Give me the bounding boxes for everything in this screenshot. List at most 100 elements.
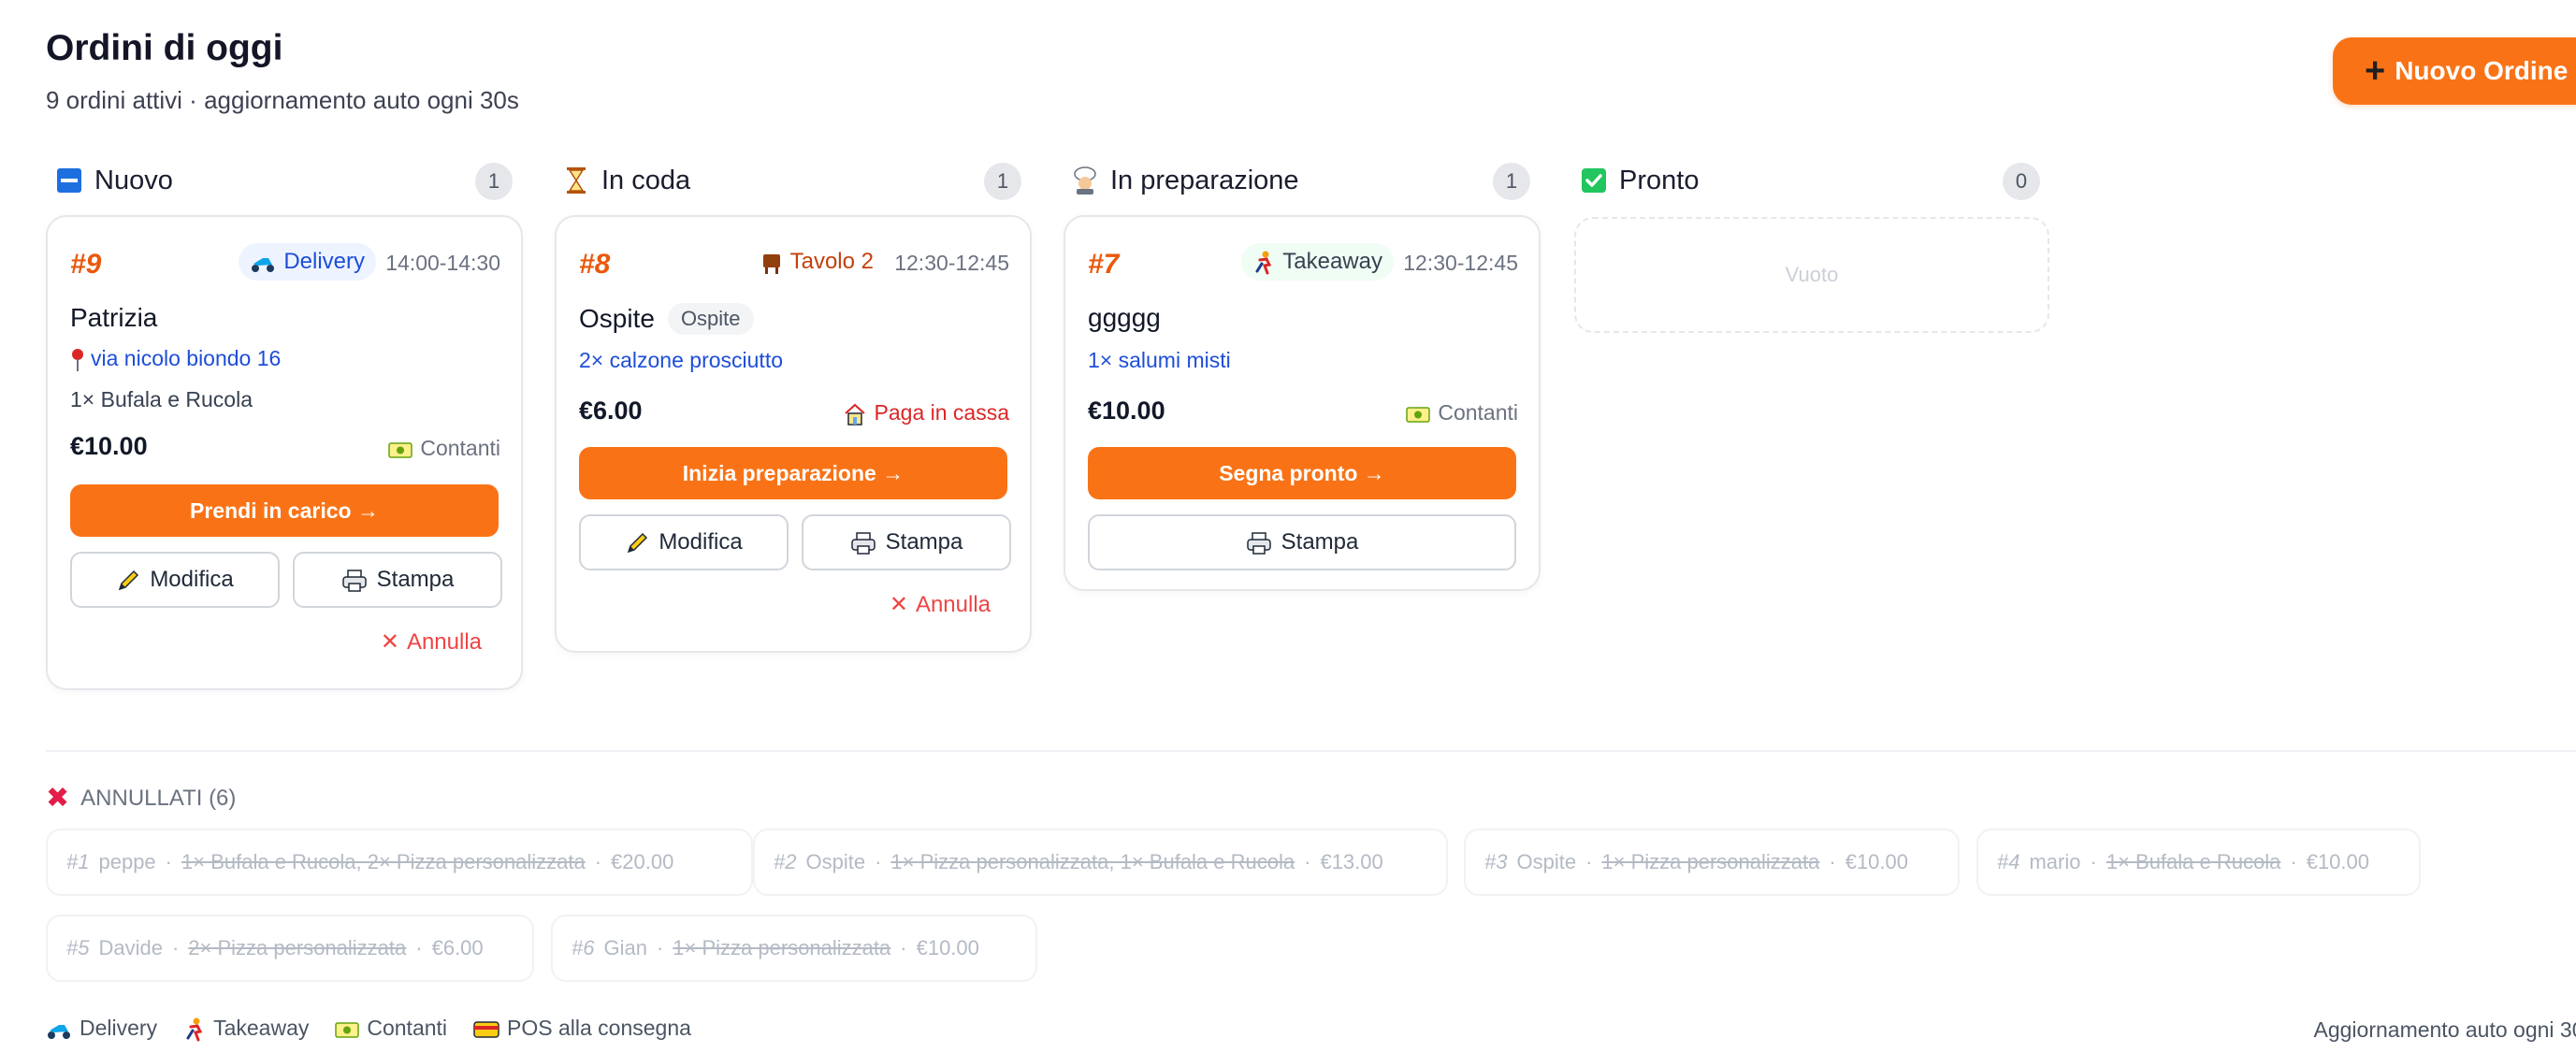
edit-button[interactable]: Modifica <box>70 552 280 608</box>
time-slot: 12:30-12:45 <box>894 251 1009 275</box>
scooter-icon <box>46 1016 72 1041</box>
separator: · <box>594 850 602 873</box>
column-title: In coda <box>601 165 691 195</box>
cancelled-order-items: 1× Pizza personalizzata, 1× Bufala e Ruc… <box>890 850 1295 873</box>
print-label: Stampa <box>1281 529 1359 555</box>
tag-label: Delivery <box>283 249 365 274</box>
house-icon <box>843 400 867 426</box>
cancelled-order-chip[interactable]: #2 Ospite · 1× Pizza personalizzata, 1× … <box>753 829 1448 896</box>
payment-label: Contanti <box>420 436 500 460</box>
cancelled-order-name: Gian <box>603 936 647 959</box>
separator: · <box>900 936 907 959</box>
payment-method: Paga in cassa <box>843 400 1009 426</box>
cancelled-order-total: €10.00 <box>2306 850 2369 873</box>
order-number: #9 <box>70 249 102 280</box>
new-icon <box>55 166 83 195</box>
delivery-tag: Delivery <box>239 243 376 281</box>
pencil-icon <box>625 529 649 555</box>
cancelled-order-chip[interactable]: #1 peppe · 1× Bufala e Rucola, 2× Pizza … <box>46 829 753 896</box>
print-button[interactable]: Stampa <box>1088 514 1516 570</box>
customer-name-text: ggggg <box>1088 303 1161 332</box>
tag-label: Takeaway <box>1282 249 1382 274</box>
order-price: €10.00 <box>1088 397 1165 425</box>
tag-label: Tavolo 2 <box>789 249 874 274</box>
cancel-order-button[interactable]: ✕ Annulla <box>381 628 482 656</box>
takeaway-tag: Takeaway <box>1241 243 1394 281</box>
customer-name-text: Patrizia <box>70 303 158 332</box>
separator: · <box>1585 850 1593 873</box>
column-count-badge: 1 <box>1493 163 1530 200</box>
print-button[interactable]: Stampa <box>293 552 502 608</box>
time-slot: 14:00-14:30 <box>385 251 500 275</box>
cancelled-order-name: peppe <box>98 850 156 873</box>
legend-label: Delivery <box>80 1016 158 1041</box>
divider <box>46 750 2576 752</box>
payment-label: Contanti <box>1438 400 1518 425</box>
page-title: Ordini di oggi <box>46 28 283 68</box>
cancelled-order-chip[interactable]: #4 mario · 1× Bufala e Rucola · €10.00 <box>1976 829 2421 896</box>
cancelled-title: ANNULLATI (6) <box>80 785 237 811</box>
cancelled-order-items: 1× Pizza personalizzata <box>1601 850 1820 873</box>
take-charge-button[interactable]: Prendi in carico → <box>70 484 499 537</box>
payment-method: Contanti <box>388 436 500 461</box>
column-title: In preparazione <box>1110 165 1299 195</box>
legend-item-takeaway: Takeaway <box>183 1016 309 1042</box>
order-items: 2× calzone prosciutto <box>579 348 783 372</box>
legend-label: Takeaway <box>213 1016 310 1041</box>
mark-ready-button[interactable]: Segna pronto → <box>1088 447 1516 499</box>
cancelled-order-name: Ospite <box>1516 850 1577 873</box>
plus-icon: + <box>2365 51 2386 91</box>
order-items: 1× Bufala e Rucola <box>70 387 253 411</box>
empty-column-placeholder: Vuoto <box>1574 217 2049 333</box>
cancelled-order-chip[interactable]: #6 Gian · 1× Pizza personalizzata · €10.… <box>551 915 1037 982</box>
checkmark-icon <box>1580 166 1608 195</box>
cancelled-order-total: €20.00 <box>611 850 674 873</box>
separator: · <box>1304 850 1311 873</box>
order-card-7[interactable]: #7 Takeaway 12:30-12:45 ggggg 1× salumi … <box>1064 215 1541 591</box>
cancelled-order-id: #3 <box>1484 850 1508 873</box>
separator: · <box>2290 850 2297 873</box>
print-button[interactable]: Stampa <box>802 514 1011 570</box>
separator: · <box>875 850 882 873</box>
cancelled-order-total: €10.00 <box>1845 850 1908 873</box>
column-title: Pronto <box>1619 165 1700 195</box>
cancelled-order-total: €13.00 <box>1320 850 1383 873</box>
cancelled-order-id: #2 <box>774 850 797 873</box>
time-slot: 12:30-12:45 <box>1403 251 1518 275</box>
order-card-9[interactable]: #9 Delivery 14:00-14:30 Patrizia via nic… <box>46 215 523 690</box>
printer-icon <box>341 567 368 593</box>
new-order-button[interactable]: + Nuovo Ordine <box>2333 37 2576 105</box>
column-header-nuovo: Nuovo <box>55 161 173 200</box>
runner-icon <box>1252 249 1275 275</box>
address-link[interactable]: via nicolo biondo 16 <box>70 346 281 372</box>
close-icon: ✕ <box>889 592 908 617</box>
column-header-in-preparazione: In preparazione <box>1071 161 1299 200</box>
print-label: Stampa <box>376 567 455 592</box>
credit-card-icon <box>473 1016 499 1041</box>
cancelled-order-chip[interactable]: #3 Ospite · 1× Pizza personalizzata · €1… <box>1464 829 1960 896</box>
edit-label: Modifica <box>150 567 234 592</box>
cancelled-order-id: #6 <box>572 936 595 959</box>
cancelled-order-chip[interactable]: #5 Davide · 2× Pizza personalizzata · €6… <box>46 915 534 982</box>
cancelled-order-name: mario <box>2029 850 2081 873</box>
order-price: €10.00 <box>70 432 148 460</box>
legend: Delivery Takeaway Contanti POS alla cons… <box>46 1016 691 1042</box>
guest-badge: Ospite <box>667 303 754 335</box>
payment-label: Paga in cassa <box>874 400 1009 426</box>
runner-icon <box>183 1016 206 1042</box>
edit-button[interactable]: Modifica <box>579 514 789 570</box>
cancelled-order-items: 1× Bufala e Rucola, 2× Pizza personalizz… <box>181 850 586 873</box>
pin-icon <box>70 346 85 372</box>
order-card-8[interactable]: #8 Tavolo 2 12:30-12:45 Ospite Ospite 2×… <box>555 215 1032 653</box>
column-header-pronto: Pronto <box>1580 161 1699 200</box>
printer-icon <box>1246 529 1272 555</box>
customer-name: Ospite Ospite <box>579 303 754 335</box>
print-label: Stampa <box>885 529 963 555</box>
auto-refresh-note: Aggiornamento auto ogni 30s <box>2313 1017 2576 1042</box>
cancelled-order-total: €6.00 <box>431 936 484 959</box>
start-preparation-button[interactable]: Inizia preparazione → <box>579 447 1007 499</box>
cancelled-order-name: Ospite <box>805 850 866 873</box>
customer-name-text: Ospite <box>579 304 655 333</box>
cancel-order-button[interactable]: ✕ Annulla <box>890 591 991 618</box>
cancel-label: Annulla <box>406 628 482 655</box>
